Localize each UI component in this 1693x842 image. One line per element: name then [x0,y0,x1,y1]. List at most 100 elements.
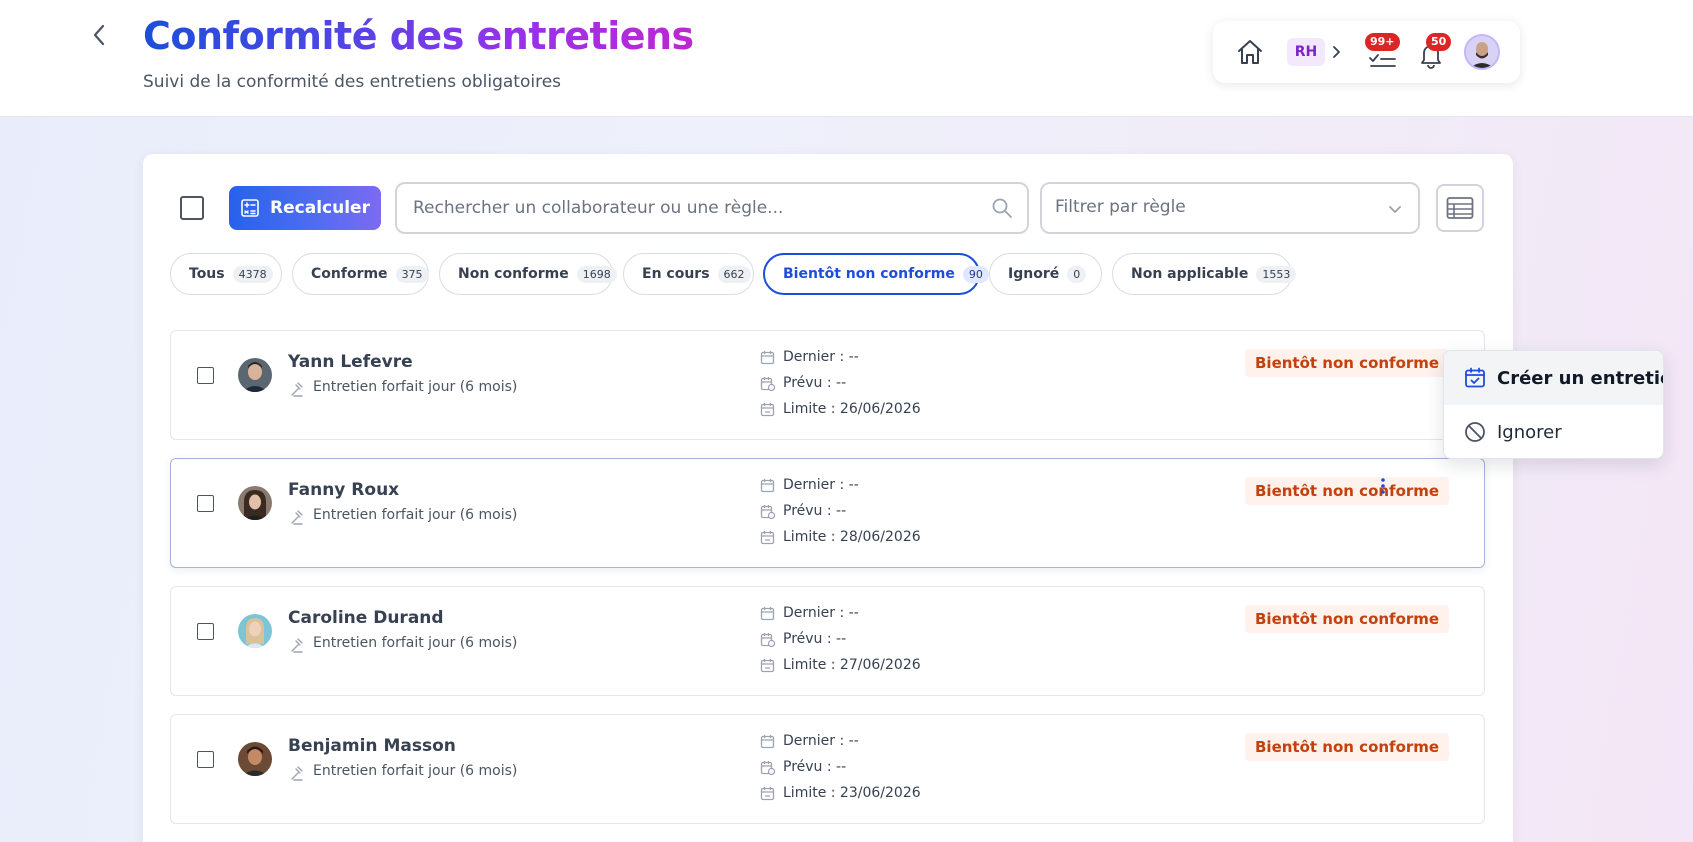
row-checkbox[interactable] [197,623,214,640]
deadline-date: Limite : 23/06/2026 [783,785,921,801]
tab-tous[interactable]: Tous 4378 [170,253,282,295]
deadline-date: Limite : 26/06/2026 [783,401,921,417]
calendar-check-icon [1465,367,1485,388]
calendar-deadline-icon [760,402,775,416]
deadline-date: Limite : 28/06/2026 [783,529,921,545]
tab-bientot-non-conforme[interactable]: Bientôt non conforme 90 [763,253,989,295]
planned-date: Prévu : -- [783,759,847,775]
tab-label: Conforme [311,266,388,282]
calendar-clock-icon [760,376,775,391]
tab-label: Ignoré [1008,266,1060,282]
tab-non-conforme[interactable]: Non conforme 1698 [439,253,617,295]
planned-date-line: Prévu : -- [760,629,846,649]
last-date-line: Dernier : -- [760,603,859,623]
breadcrumb-rh[interactable]: RH [1287,38,1325,66]
tab-non-applicable[interactable]: Non applicable 1553 [1112,253,1297,295]
more-vertical-icon [1381,478,1385,494]
deadline-date-line: Limite : 28/06/2026 [760,527,921,547]
row-checkbox[interactable] [197,751,214,768]
tasks-button[interactable]: 99+ [1365,33,1400,71]
tab-label: Tous [189,266,225,282]
last-date-line: Dernier : -- [760,731,859,751]
calendar-deadline-icon [760,658,775,672]
table-view-icon [1446,197,1474,219]
rule-name: Entretien forfait jour (6 mois) [313,763,518,779]
search-input[interactable] [413,184,973,232]
planned-date: Prévu : -- [783,631,847,647]
calendar-icon [760,350,775,364]
tab-count: 4378 [232,265,273,283]
tab-count: 0 [1067,265,1087,283]
employee-avatar[interactable] [238,742,272,776]
employee-avatar[interactable] [238,358,272,392]
row-actions-button[interactable] [1371,473,1395,499]
tab-label: Bientôt non conforme [783,266,955,282]
list-item[interactable]: Yann Lefevre Entretien forfait jour (6 m… [170,330,1485,440]
planned-date-line: Prévu : -- [760,501,846,521]
last-date: Dernier : -- [783,605,859,621]
status-badge: Bientôt non conforme [1245,477,1450,505]
deadline-date-line: Limite : 27/06/2026 [760,655,921,675]
planned-date-line: Prévu : -- [760,757,846,777]
tab-en-cours[interactable]: En cours 662 [623,253,754,295]
select-all-checkbox[interactable] [180,196,204,220]
notifications-count-badge: 50 [1426,33,1452,51]
row-checkbox[interactable] [197,495,214,512]
compliance-panel: Recalculer Filtrer par règle Tous 4378 C… [143,154,1513,842]
planned-date: Prévu : -- [783,503,847,519]
recalculate-button[interactable]: Recalculer [229,186,381,230]
tab-count: 1553 [1256,265,1297,283]
deadline-date-line: Limite : 23/06/2026 [760,783,921,803]
calculator-icon [241,199,259,217]
calendar-icon [760,734,775,748]
gavel-icon [291,510,303,525]
create-interview-label: Créer un entretien [1497,367,1663,389]
employee-name: Fanny Roux [288,480,400,500]
table-view-button[interactable] [1436,184,1484,232]
list-item[interactable]: Benjamin Masson Entretien forfait jour (… [170,714,1485,824]
list-item[interactable]: Caroline Durand Entretien forfait jour (… [170,586,1485,696]
back-button[interactable] [86,20,112,50]
rule-filter-select[interactable]: Filtrer par règle [1040,182,1420,234]
gavel-icon [291,766,303,781]
home-button[interactable] [1235,37,1265,67]
calendar-clock-icon [760,504,775,519]
block-icon [1465,422,1485,442]
notifications-button[interactable]: 50 [1416,33,1452,69]
planned-date-line: Prévu : -- [760,373,846,393]
list-item[interactable]: Fanny Roux Entretien forfait jour (6 moi… [170,458,1485,568]
tab-count: 1698 [576,265,617,283]
employee-name: Yann Lefevre [288,352,413,372]
rule-filter-placeholder: Filtrer par règle [1055,197,1186,217]
ignore-label: Ignorer [1497,421,1562,443]
row-actions-menu: Créer un entretien Ignorer [1443,350,1664,459]
last-date: Dernier : -- [783,349,859,365]
employee-avatar[interactable] [238,614,272,648]
tab-label: Non applicable [1131,266,1249,282]
page-title: Conformité des entretiens [143,14,694,58]
employee-name: Benjamin Masson [288,736,456,756]
top-navigation: RH 99+ 50 [1213,21,1520,83]
create-interview-menu-item[interactable]: Créer un entretien [1444,351,1663,405]
employee-avatar[interactable] [238,486,272,520]
tab-label: Non conforme [458,266,569,282]
tab-conforme[interactable]: Conforme 375 [292,253,429,295]
calendar-deadline-icon [760,786,775,800]
tab-count: 375 [395,265,429,283]
last-date: Dernier : -- [783,477,859,493]
status-badge: Bientôt non conforme [1245,733,1450,761]
ignore-menu-item[interactable]: Ignorer [1444,405,1663,458]
user-avatar[interactable] [1464,34,1500,70]
chevron-down-icon [1389,206,1401,213]
tab-ignore[interactable]: Ignoré 0 [989,253,1102,295]
calendar-icon [760,478,775,492]
deadline-date-line: Limite : 26/06/2026 [760,399,921,419]
search-icon [992,198,1012,218]
gavel-icon [291,638,303,653]
status-badge: Bientôt non conforme [1245,349,1450,377]
calendar-clock-icon [760,760,775,775]
search-field[interactable] [395,182,1029,234]
row-checkbox[interactable] [197,367,214,384]
tab-count: 662 [717,265,751,283]
tab-label: En cours [642,266,710,282]
